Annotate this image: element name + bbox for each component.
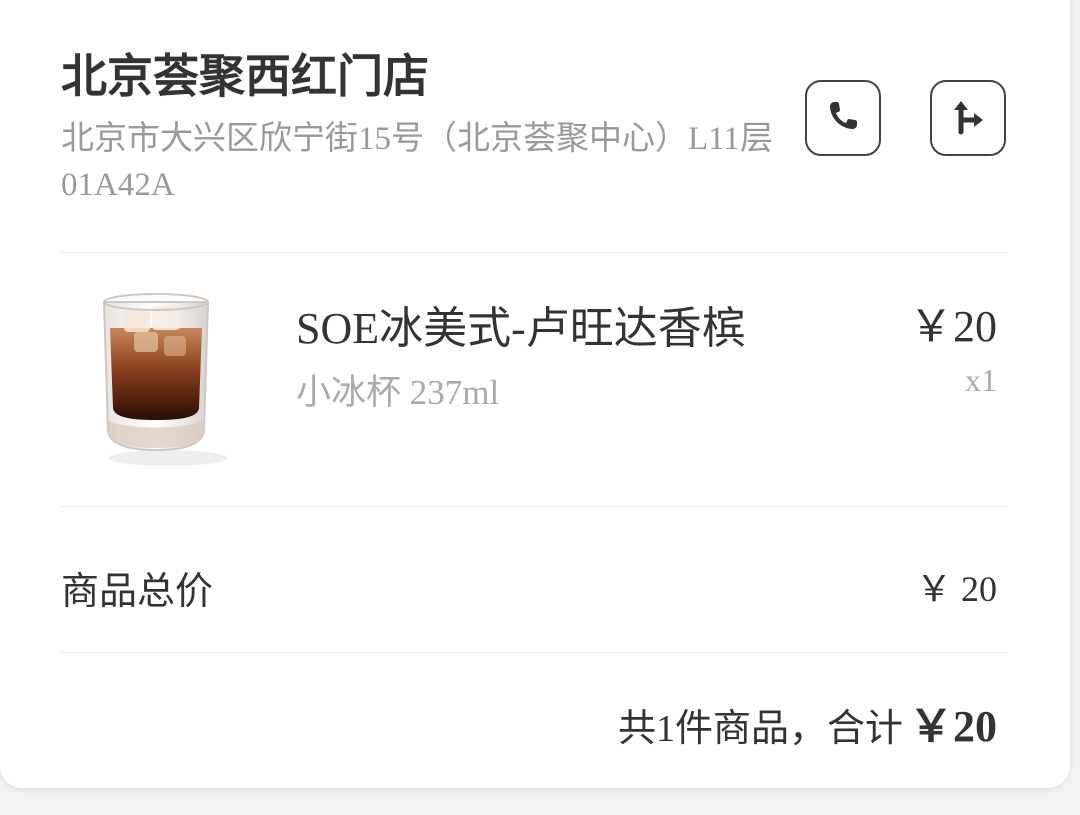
call-store-button[interactable] [805,80,881,156]
product-image [90,280,240,470]
subtotal-label: 商品总价 [61,571,214,613]
divider [61,252,1007,253]
order-card: 北京荟聚西红门店 北京市大兴区欣宁街15号（北京荟聚中心）L11层01A42A [0,0,1070,788]
divider [61,506,1007,507]
summary-amount: ￥20 [909,702,997,751]
product-price: ￥20 [909,302,997,351]
store-address: 北京市大兴区欣宁街15号（北京荟聚中心）L11层01A42A [61,121,773,203]
summary-text: 共1件商品，合计 [617,708,903,750]
phone-icon [823,96,863,141]
navigation-icon [946,94,990,143]
product-spec: 小冰杯 237ml [296,373,500,412]
store-name: 北京荟聚西红门店 [61,49,429,103]
product-name: SOE冰美式-卢旺达香槟 [296,304,746,353]
product-quantity: x1 [965,362,997,398]
order-summary: 共1件商品，合计 ￥20 [618,690,997,754]
subtotal-value: ￥ 20 [915,569,997,609]
navigate-button[interactable] [930,80,1006,156]
divider [61,652,1007,653]
